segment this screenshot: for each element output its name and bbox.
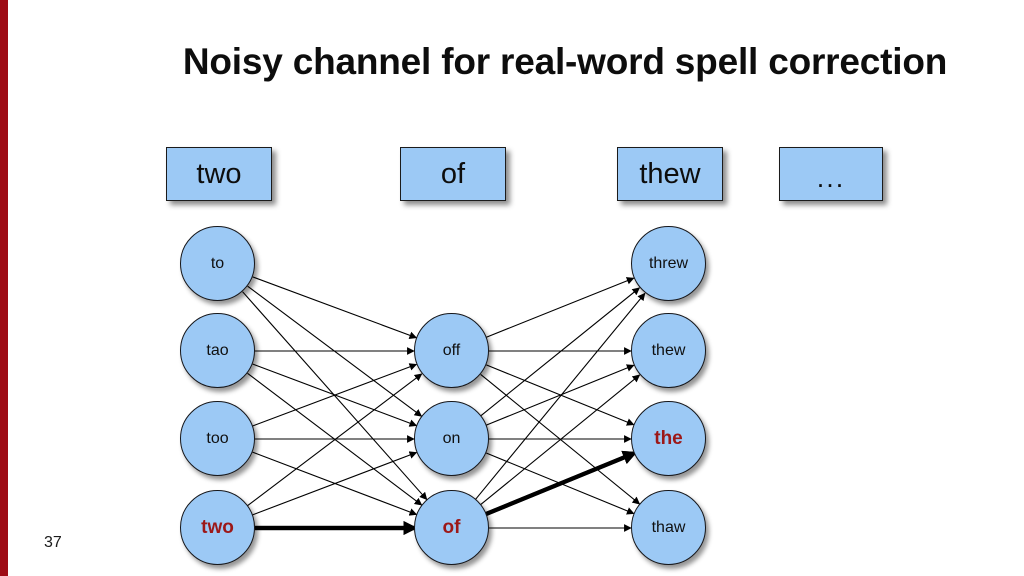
candidate-node-label: to xyxy=(210,254,225,272)
observed-word-box-0: two xyxy=(166,147,272,201)
edge-on>threw xyxy=(480,287,641,417)
candidate-node-off: off xyxy=(414,313,489,388)
edge-of>the-top xyxy=(485,450,638,516)
candidate-node-label: of xyxy=(442,517,461,538)
candidate-node-tao: tao xyxy=(180,313,255,388)
edge-to>off xyxy=(252,276,418,339)
edge-of>threw xyxy=(475,292,646,500)
edge-two>off xyxy=(247,373,423,507)
candidate-node-two: two xyxy=(180,490,255,565)
edge-of>the xyxy=(485,450,638,516)
candidate-node-to: to xyxy=(180,226,255,301)
candidate-node-label: too xyxy=(206,429,229,447)
edge-layer xyxy=(242,276,646,536)
observed-word-label: thew xyxy=(639,157,701,190)
edge-off>threw xyxy=(486,277,635,338)
edge-too>of xyxy=(252,451,418,516)
candidate-node-label: threw xyxy=(648,254,689,272)
candidate-node-threw: threw xyxy=(631,226,706,301)
observed-word-box-1: of xyxy=(400,147,506,201)
candidate-node-of: of xyxy=(414,490,489,565)
candidate-node-thaw: thaw xyxy=(631,490,706,565)
edge-on>thaw xyxy=(486,452,635,515)
left-accent-bar xyxy=(0,0,8,576)
edge-off>the xyxy=(486,364,635,426)
edge-tao>of xyxy=(247,372,423,506)
observed-word-label: two xyxy=(196,157,242,190)
candidate-node-label: the xyxy=(654,428,683,449)
edge-two>on xyxy=(252,451,418,516)
edge-to>on xyxy=(247,285,423,417)
candidate-node-label: two xyxy=(201,517,234,538)
candidate-node-thew: thew xyxy=(631,313,706,388)
edge-on>thew xyxy=(486,364,635,426)
edge-of>thew xyxy=(480,374,641,506)
observed-word-label: ... xyxy=(816,163,846,193)
candidate-node-label: off xyxy=(442,341,461,359)
candidate-node-on: on xyxy=(414,401,489,476)
edge-to>of xyxy=(242,291,428,501)
page-title: Noisy channel for real-word spell correc… xyxy=(182,41,948,82)
candidate-node-label: on xyxy=(442,429,461,447)
candidate-node-label: tao xyxy=(206,341,229,359)
edge-too>off xyxy=(252,363,418,427)
edge-off>thaw xyxy=(480,373,641,505)
slide-number: 37 xyxy=(44,534,62,551)
candidate-node-label: thew xyxy=(651,341,686,359)
candidate-node-the: the xyxy=(631,401,706,476)
observed-word-box-3: ... xyxy=(779,147,883,201)
candidate-node-too: too xyxy=(180,401,255,476)
candidate-node-label: thaw xyxy=(651,518,686,536)
slide-canvas: Noisy channel for real-word spell correc… xyxy=(0,0,1024,576)
observed-word-box-2: thew xyxy=(617,147,723,201)
observed-word-label: of xyxy=(440,157,466,190)
edge-tao>on xyxy=(252,363,418,427)
